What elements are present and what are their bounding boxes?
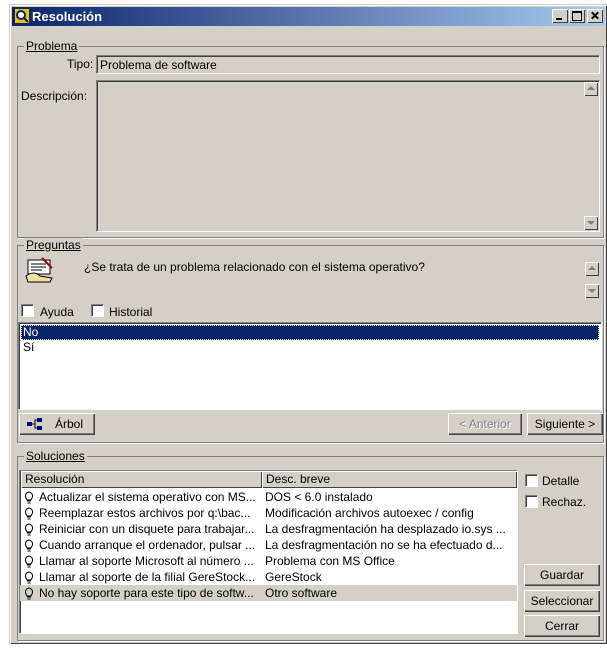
resolucion-window: Resolución Problema Tipo: Problema de so… [9, 4, 607, 644]
soluciones-group: Soluciones Resolución Desc. breve Actual… [17, 449, 604, 641]
table-row[interactable]: Actualizar el sistema operativo con MS..… [20, 489, 517, 505]
arbol-button[interactable]: Árbol [19, 413, 95, 435]
descripcion-field[interactable] [96, 80, 600, 232]
maximize-button[interactable] [569, 9, 585, 23]
desc-cell: La desfragmentación ha desplazado io.sys… [265, 522, 506, 536]
anterior-button[interactable]: < Anterior [448, 413, 522, 435]
solutions-table[interactable]: Resolución Desc. breve Actualizar el sis… [19, 470, 518, 634]
table-row[interactable]: Llamar al soporte Microsoft al número ..… [20, 553, 517, 569]
preguntas-group: Preguntas ¿Se trata de un problema relac… [17, 238, 604, 443]
soluciones-legend: Soluciones [24, 449, 87, 463]
lightbulb-icon [24, 539, 34, 552]
lightbulb-icon [24, 491, 34, 504]
resolucion-cell: Cuando arranque el ordenador, pulsar ... [39, 538, 256, 552]
descripcion-scroll-down-button[interactable] [584, 216, 598, 230]
descripcion-label: Descripción: [21, 89, 88, 103]
help-desk-hand-icon [25, 257, 53, 283]
answer-item-si[interactable]: Sí [21, 340, 599, 355]
resolucion-cell: Reemplazar estos archivos por q:\bac... [39, 506, 251, 520]
question-scroll-up-button[interactable] [585, 262, 599, 276]
arbol-label: Árbol [55, 417, 84, 431]
window-title: Resolución [32, 9, 103, 24]
question-scroll-down-button[interactable] [585, 284, 599, 298]
preguntas-legend: Preguntas [24, 238, 83, 252]
resolucion-cell: Llamar al soporte de la filial GereStock… [39, 570, 256, 584]
lightbulb-icon [24, 571, 34, 584]
detalle-label[interactable]: Detalle [542, 474, 579, 488]
resolucion-cell: Actualizar el sistema operativo con MS..… [39, 490, 256, 504]
resolucion-cell: Llamar al soporte Microsoft al número ..… [39, 554, 254, 568]
answers-list[interactable]: No Sí [18, 322, 602, 410]
magnifier-app-icon [15, 9, 29, 23]
table-row[interactable]: Llamar al soporte de la filial GereStock… [20, 569, 517, 585]
ayuda-checkbox[interactable] [21, 304, 34, 317]
guardar-button[interactable]: Guardar [524, 564, 600, 586]
lightbulb-icon [24, 587, 34, 600]
detalle-checkbox[interactable] [525, 474, 538, 487]
anterior-label: < Anterior [459, 417, 511, 431]
problema-group: Problema Tipo: Problema de software Desc… [17, 39, 604, 238]
ayuda-label[interactable]: Ayuda [40, 305, 74, 319]
descripcion-scroll-up-button[interactable] [584, 82, 598, 96]
tipo-value: Problema de software [100, 58, 217, 72]
seleccionar-button[interactable]: Seleccionar [524, 590, 600, 612]
siguiente-label: Siguiente > [534, 417, 596, 431]
rechaz-label[interactable]: Rechaz. [542, 495, 586, 509]
guardar-label: Guardar [539, 568, 585, 582]
desc-cell: DOS < 6.0 instalado [265, 490, 373, 504]
cerrar-label: Cerrar [544, 619, 579, 633]
problema-legend: Problema [24, 39, 80, 53]
tree-icon [27, 418, 42, 430]
tipo-label: Tipo: [67, 57, 94, 71]
title-bar[interactable]: Resolución [12, 7, 605, 26]
desc-cell: Problema con MS Office [265, 554, 395, 568]
desc-cell: GereStock [265, 570, 322, 584]
question-text: ¿Se trata de un problema relacionado con… [84, 260, 425, 274]
table-row[interactable]: No hay soporte para este tipo de softw..… [20, 585, 517, 601]
col-header-desc-breve[interactable]: Desc. breve [262, 471, 517, 488]
col-header-resolucion[interactable]: Resolución [21, 471, 262, 488]
desc-cell: Otro software [265, 586, 338, 600]
resolucion-cell: No hay soporte para este tipo de softw..… [39, 586, 254, 600]
tipo-field[interactable]: Problema de software [96, 55, 600, 74]
desc-cell: Modificación archivos autoexec / config [265, 506, 474, 520]
cerrar-button[interactable]: Cerrar [524, 615, 600, 637]
answer-item-no[interactable]: No [21, 325, 599, 340]
desc-cell: La desfragmentación no se ha efectuado d… [265, 538, 503, 552]
seleccionar-label: Seleccionar [530, 594, 594, 608]
siguiente-button[interactable]: Siguiente > [527, 413, 603, 435]
lightbulb-icon [24, 507, 34, 520]
lightbulb-icon [24, 555, 34, 568]
historial-checkbox[interactable] [91, 304, 104, 317]
resolucion-cell: Reiniciar con un disquete para trabajar.… [39, 522, 255, 536]
rechaz-checkbox[interactable] [525, 495, 538, 508]
historial-label[interactable]: Historial [109, 305, 152, 319]
minimize-button[interactable] [552, 9, 568, 23]
close-window-button[interactable] [587, 9, 603, 23]
table-row[interactable]: Reemplazar estos archivos por q:\bac... … [20, 505, 517, 521]
table-row[interactable]: Reiniciar con un disquete para trabajar.… [20, 521, 517, 537]
lightbulb-icon [24, 523, 34, 536]
table-row[interactable]: Cuando arranque el ordenador, pulsar ...… [20, 537, 517, 553]
